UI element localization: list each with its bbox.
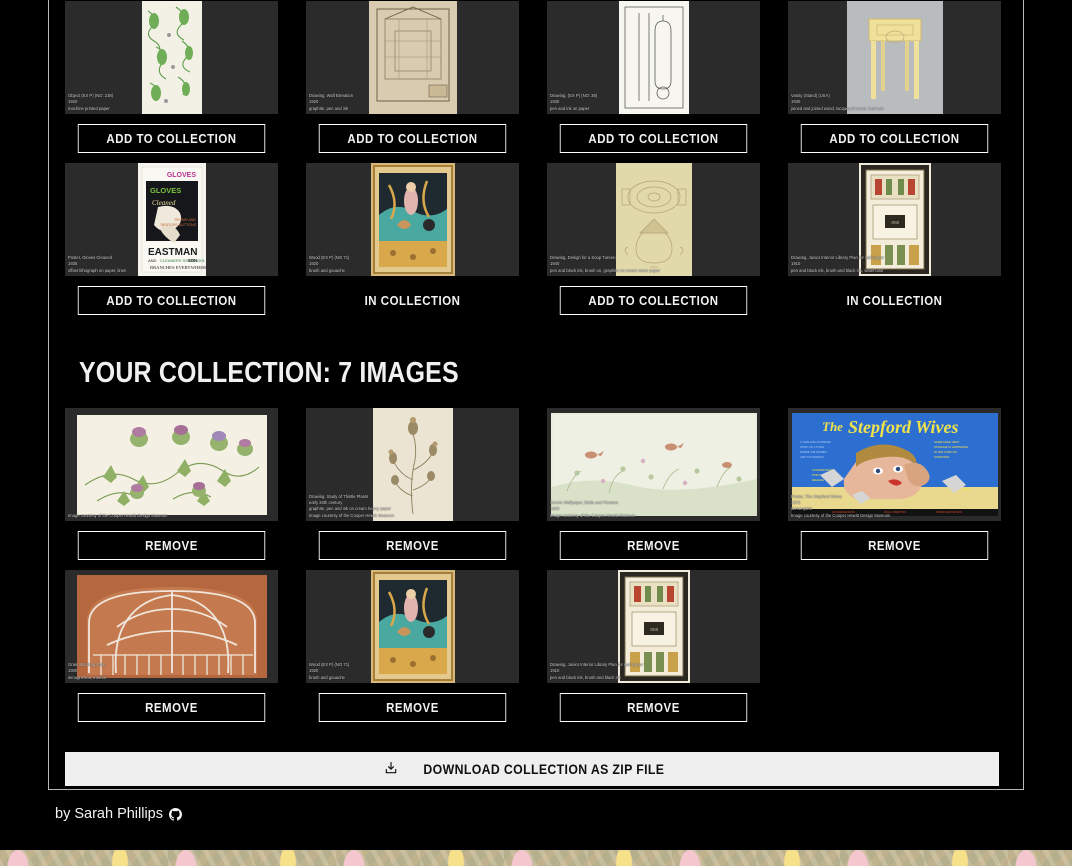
artwork-thumbnail[interactable]: GLOVES GLOVES Cleaned REPAIR AND RESTORE… <box>65 163 278 276</box>
collection-card: Wood (EX P) (NO 71) 1920 brush and gouache… <box>306 570 519 722</box>
svg-text:A THRILLING SUSPENSE: A THRILLING SUSPENSE <box>800 440 831 444</box>
artwork-caption: Vanity (Stand) (USA) 1930 joined and joine… <box>791 93 884 111</box>
add-to-collection-button[interactable]: Add to Collection <box>77 286 266 315</box>
remove-button[interactable]: Remove <box>800 531 989 560</box>
collection-card: Grain Blocking Gate 1900 wrought iron, int… <box>65 570 278 722</box>
artwork-thumbnail[interactable]: The Stepford Wives A THRILLING SUSPENSE S… <box>788 408 1001 521</box>
collection-card: Drawing, Study of Thistle Plants early 20… <box>306 408 519 560</box>
artwork-thumbnail[interactable]: Wood (EX P) (NO 71) 1920 brush and gouache <box>306 570 519 683</box>
svg-text:RELEASE: RELEASE <box>812 478 824 482</box>
remove-button[interactable]: Remove <box>559 693 748 722</box>
artwork-caption: Drawing, Design for a Soup Tureen 1940 pen… <box>550 255 661 273</box>
svg-text:CLEANERS SINCE 1901: CLEANERS SINCE 1901 <box>160 258 206 263</box>
artwork-caption: Wood (EX P) (NO 71) 1920 brush and gouache <box>309 255 350 273</box>
result-card: Object (EX P) (NO: 238) 1920 machine print… <box>65 1 278 153</box>
svg-text:REPAIR AND: REPAIR AND <box>174 218 196 222</box>
artwork-thumbnail[interactable]: Drawing, Study of Thistle Plants early 20… <box>306 408 519 521</box>
add-to-collection-button[interactable]: Add to Collection <box>800 124 989 153</box>
artwork-thumbnail[interactable]: 1910 Drawing, Junior Interior Library Pl… <box>788 163 1001 276</box>
artwork-thumbnail[interactable]: 1910 Drawing, Junior Interior Library Pl… <box>547 570 760 683</box>
download-icon <box>384 761 398 778</box>
add-to-collection-button[interactable]: Add to Collection <box>559 286 748 315</box>
artwork-caption: Wood (EX P) (NO 71) 1920 brush and gouache <box>309 662 350 680</box>
artwork-caption: Drawing, Wall Elevation 1920 graphite, pen… <box>309 93 354 111</box>
remove-button[interactable]: Remove <box>77 531 266 560</box>
artwork-caption: Grain Blocking Gate 1900 wrought iron, int… <box>68 662 107 680</box>
svg-text:EASTMAN: EASTMAN <box>148 247 197 258</box>
result-card: Wood (EX P) (NO 71) 1920 brush and gouache… <box>306 163 519 315</box>
artwork-thumbnail[interactable]: Object (EX P) (NO: 238) 1920 machine print… <box>65 1 278 114</box>
result-card: 1910 Drawing, Junior Interior Library Pl… <box>788 163 1001 315</box>
svg-text:1910: 1910 <box>650 627 658 632</box>
artwork-caption: Poster, The Stepford Wives 1975 screenprin… <box>791 493 891 518</box>
collection-heading: Your Collection: 7 Images <box>79 357 459 389</box>
footer-credit: by Sarah Phillips <box>55 806 182 822</box>
result-card: Drawing, (EX P) (NO: 38) 1930 pen and ink … <box>547 1 760 153</box>
github-glyph <box>169 807 182 821</box>
content-frame: Object (EX P) (NO: 238) 1920 machine print… <box>48 0 1024 790</box>
svg-text:ARE TOO PERFECT: ARE TOO PERFECT <box>800 455 825 459</box>
add-to-collection-button[interactable]: Add to Collection <box>77 124 266 153</box>
svg-text:RESTORE BUTTONS: RESTORE BUTTONS <box>160 223 196 227</box>
artwork-caption: Image courtesy of the Cooper Hewitt Desi… <box>68 512 168 518</box>
svg-text:BRANCHES EVERYWHERE: BRANCHES EVERYWHERE <box>150 265 206 270</box>
svg-text:WHERE THE WOMEN: WHERE THE WOMEN <box>800 450 827 454</box>
remove-button[interactable]: Remove <box>318 693 507 722</box>
svg-text:STRANGE IS HAPPENING: STRANGE IS HAPPENING <box>934 445 968 449</box>
svg-text:PETER MASTERSON: PETER MASTERSON <box>936 510 962 514</box>
svg-text:SOMETHING VERY: SOMETHING VERY <box>934 440 959 444</box>
collection-card: The Stepford Wives A THRILLING SUSPENSE S… <box>788 408 1001 560</box>
svg-text:Stepford Wives: Stepford Wives <box>848 417 959 437</box>
collection-grid: Image courtesy of the Cooper Hewitt Desi… <box>65 408 1009 732</box>
author-name: by Sarah Phillips <box>55 806 163 822</box>
artwork-caption: Drawing, Study of Thistle Plants early 20… <box>309 493 395 518</box>
page-shell: Object (EX P) (NO: 238) 1920 machine print… <box>0 0 1072 850</box>
artwork-caption: Object (EX P) (NO: 238) 1920 machine print… <box>68 93 114 111</box>
github-icon[interactable] <box>169 807 182 821</box>
svg-text:SON: SON <box>188 258 197 263</box>
artwork-caption: Drawing, (EX P) (NO: 38) 1930 pen and ink … <box>550 93 598 111</box>
svg-text:AND: AND <box>148 258 157 263</box>
svg-text:IN THE TOWN OF: IN THE TOWN OF <box>934 450 957 454</box>
result-card: Vanity (Stand) (USA) 1930 joined and joine… <box>788 1 1001 153</box>
remove-button[interactable]: Remove <box>318 531 507 560</box>
remove-button[interactable]: Remove <box>559 531 748 560</box>
add-to-collection-button[interactable]: Add to Collection <box>559 124 748 153</box>
remove-button[interactable]: Remove <box>77 693 266 722</box>
svg-text:STORY OF A TOWN: STORY OF A TOWN <box>800 445 824 449</box>
in-collection-label: In Collection <box>800 286 989 315</box>
collection-card: Scenic Wallpaper, Birds and Flowers 1920 I… <box>547 408 760 560</box>
collection-card: 1910 Drawing, Junior Interior Library Pl… <box>547 570 760 722</box>
artwork-thumbnail[interactable]: Grain Blocking Gate 1900 wrought iron, int… <box>65 570 278 683</box>
svg-text:POINT: POINT <box>812 473 820 477</box>
artwork-thumbnail[interactable]: Image courtesy of the Cooper Hewitt Desi… <box>65 408 278 521</box>
svg-text:STEPFORD: STEPFORD <box>934 455 949 459</box>
artwork-caption: Poster, Gloves Cleaned 1935 offset lithogr… <box>68 255 127 273</box>
result-card: Drawing, Wall Elevation 1920 graphite, pen… <box>306 1 519 153</box>
svg-text:1910: 1910 <box>891 220 899 225</box>
svg-text:The: The <box>822 419 843 434</box>
download-label: Download Collection as ZIP File <box>423 761 664 777</box>
artwork-thumbnail[interactable]: Vanity (Stand) (USA) 1930 joined and joine… <box>788 1 1001 114</box>
artwork-thumbnail[interactable]: Drawing, Wall Elevation 1920 graphite, pen… <box>306 1 519 114</box>
add-to-collection-button[interactable]: Add to Collection <box>318 124 507 153</box>
artwork-thumbnail[interactable]: Drawing, Design for a Soup Tureen 1940 pen… <box>547 163 760 276</box>
svg-text:GLOVES: GLOVES <box>166 172 196 179</box>
artwork-caption: Drawing, Junior Interior Library Plan fo… <box>791 255 885 273</box>
artwork-thumbnail[interactable]: Wood (EX P) (NO 71) 1920 brush and gouache <box>306 163 519 276</box>
download-zip-button[interactable]: Download Collection as ZIP File <box>65 752 999 786</box>
result-card: GLOVES GLOVES Cleaned REPAIR AND RESTORE… <box>65 163 278 315</box>
artwork-thumbnail[interactable]: Drawing, (EX P) (NO: 38) 1930 pen and ink … <box>547 1 760 114</box>
result-card: Drawing, Design for a Soup Tureen 1940 pen… <box>547 163 760 315</box>
artwork-caption: Scenic Wallpaper, Birds and Flowers 1920 I… <box>550 500 636 518</box>
in-collection-label: In Collection <box>318 286 507 315</box>
artwork-thumbnail[interactable]: Scenic Wallpaper, Birds and Flowers 1920 I… <box>547 408 760 521</box>
artwork-caption: Drawing, Junior Interior Library Plan fo… <box>550 662 644 680</box>
svg-text:GLOVES: GLOVES <box>150 186 181 195</box>
content-inner: Object (EX P) (NO: 238) 1920 machine print… <box>65 1 1009 786</box>
collection-card: Image courtesy of the Cooper Hewitt Desi… <box>65 408 278 560</box>
svg-text:Cleaned: Cleaned <box>152 199 176 207</box>
results-grid: Object (EX P) (NO: 238) 1920 machine print… <box>65 1 1009 325</box>
